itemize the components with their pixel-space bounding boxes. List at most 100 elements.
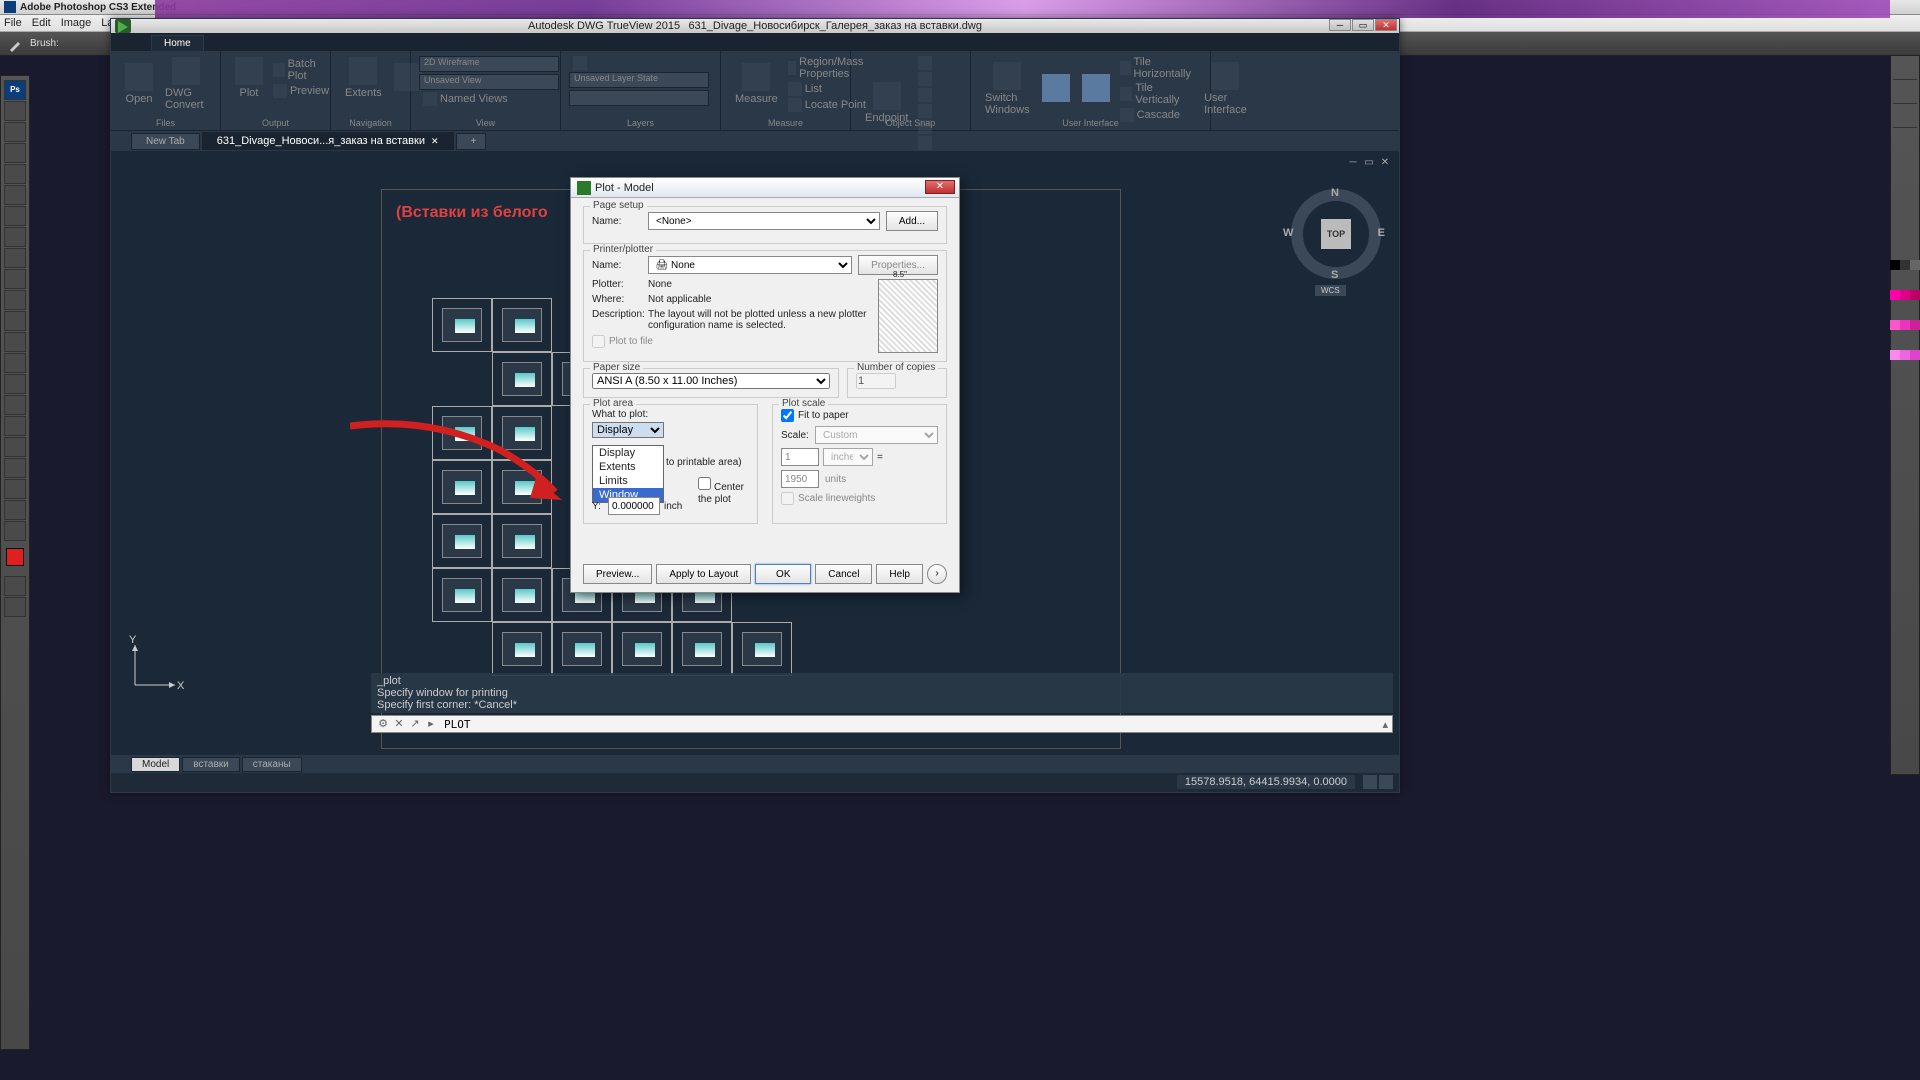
ribbon-tab-home[interactable]: Home [151,35,204,51]
dropdown-option-limits[interactable]: Limits [593,474,663,488]
doc-min-icon[interactable]: ─ [1347,157,1359,169]
history-brush-icon[interactable] [4,269,26,289]
lasso-tool-icon[interactable] [4,143,26,163]
doc-max-icon[interactable]: ▭ [1363,157,1375,169]
minimize-button[interactable]: ─ [1329,19,1351,31]
ui-button[interactable]: User Interface [1198,60,1253,118]
batch-plot-button[interactable]: Batch Plot [269,57,333,83]
plot-button[interactable]: Plot [229,55,269,101]
qat-redo-icon[interactable] [183,20,197,32]
viewcube-wcs[interactable]: WCS [1315,285,1346,296]
tile-h-button[interactable]: Tile Horizontally [1116,55,1198,81]
cmd-customize-icon[interactable]: ⚙ [376,717,390,731]
printer-name-select[interactable]: 🖨 None [648,256,853,274]
move-tool-icon[interactable] [4,101,26,121]
zoom-tool-icon[interactable] [4,521,26,541]
close-button[interactable]: ✕ [1375,19,1397,31]
pen-tool-icon[interactable] [4,374,26,394]
close-tab-icon[interactable]: ✕ [431,136,439,146]
color-swatches-panel[interactable] [1890,260,1920,380]
pagesetup-add-button[interactable]: Add... [886,211,938,231]
doc-close-icon[interactable]: ✕ [1379,157,1391,169]
heal-tool-icon[interactable] [4,206,26,226]
qat-open-icon[interactable] [135,20,149,32]
notes-tool-icon[interactable] [4,458,26,478]
crop-tool-icon[interactable] [4,164,26,184]
layout-tabstrip[interactable]: Model вставки стаканы [111,755,1399,773]
menu-file[interactable]: File [4,17,22,29]
stamp-tool-icon[interactable] [4,248,26,268]
status-icon[interactable] [1379,775,1393,789]
panel-icon[interactable] [1893,106,1917,128]
fit-to-paper-checkbox[interactable] [781,409,794,422]
plot-offset-y-input[interactable] [608,497,660,515]
layout-tab-model[interactable]: Model [131,757,180,772]
osnap-icon[interactable] [914,87,939,103]
visual-style-combo[interactable]: 2D Wireframe [419,56,559,72]
ribbon-tabstrip[interactable]: Home [111,33,1399,51]
help-button[interactable]: Help [876,564,923,584]
panel-icon[interactable] [1893,58,1917,80]
layout-tab-2[interactable]: стаканы [242,757,302,772]
apply-to-layout-button[interactable]: Apply to Layout [656,564,751,584]
view-cube[interactable]: TOP N S E W WCS [1291,189,1381,279]
plot-close-button[interactable]: ✕ [925,180,955,194]
paper-size-select[interactable]: ANSI A (8.50 x 11.00 Inches) [592,373,830,389]
viewcube-top-face[interactable]: TOP [1321,219,1351,249]
layout-tab-1[interactable]: вставки [182,757,240,772]
photoshop-right-dock[interactable] [1890,55,1920,775]
switch-windows-button[interactable]: Switch Windows [979,60,1036,118]
what-to-plot-select[interactable]: Display [592,422,664,438]
dwg-convert-button[interactable]: DWG Convert [159,55,212,113]
center-plot-checkbox[interactable] [698,477,711,490]
screenmode-icon[interactable] [4,597,26,617]
cmd-recent-icon[interactable]: ↗ [408,717,422,731]
preview-button[interactable]: Preview [269,83,333,99]
dwg-logo-icon[interactable] [115,19,131,33]
eyedropper-tool-icon[interactable] [4,479,26,499]
type-tool-icon[interactable] [4,395,26,415]
file-tab-active[interactable]: 631_Divage_Новоси...я_заказ на вставки✕ [202,132,454,150]
dropdown-option-extents[interactable]: Extents [593,460,663,474]
command-line[interactable]: ⚙ ✕ ↗ ▸ ▴ [371,715,1393,733]
marquee-tool-icon[interactable] [4,122,26,142]
path-tool-icon[interactable] [4,416,26,436]
osnap-icon[interactable] [914,103,939,119]
preview-button[interactable]: Preview... [583,564,652,584]
qat-plot-icon[interactable] [151,20,165,32]
command-input[interactable] [444,718,1382,731]
file-tab-new[interactable]: New Tab [131,133,200,150]
cmd-expand-icon[interactable]: ▴ [1382,718,1388,731]
file-tabstrip[interactable]: New Tab 631_Divage_Новоси...я_заказ на в… [111,131,1399,151]
cmd-close-icon[interactable]: ✕ [392,717,406,731]
named-views-button[interactable]: Named Views [419,91,552,107]
plot-dialog-titlebar[interactable]: Plot - Model ✕ [571,178,959,198]
eraser-tool-icon[interactable] [4,290,26,310]
copies-input[interactable] [856,373,896,389]
dropdown-option-display[interactable]: Display [593,446,663,460]
photoshop-toolbox[interactable]: Ps [0,75,30,1050]
cancel-button[interactable]: Cancel [815,564,872,584]
quickmask-icon[interactable] [4,576,26,596]
quick-access-toolbar[interactable] [111,19,203,33]
menu-edit[interactable]: Edit [32,17,51,29]
dwg-titlebar[interactable]: Autodesk DWG TrueView 2015 631_Divage_Но… [111,19,1399,33]
open-button[interactable]: Open [119,61,159,107]
slice-tool-icon[interactable] [4,185,26,205]
tile-v-button[interactable]: Tile Vertically [1116,81,1198,107]
view-combo[interactable]: Unsaved View [419,74,559,90]
dodge-tool-icon[interactable] [4,353,26,373]
layer-combo[interactable] [569,90,709,106]
maximize-button[interactable]: ▭ [1352,19,1374,31]
tabs-button2[interactable] [1076,72,1116,106]
menu-image[interactable]: Image [61,17,92,29]
ok-button[interactable]: OK [755,564,811,584]
pagesetup-name-select[interactable]: <None> [648,212,880,230]
status-icon[interactable] [1363,775,1377,789]
expand-dialog-button[interactable]: › [927,564,947,584]
measure-button[interactable]: Measure [729,61,784,107]
gradient-tool-icon[interactable] [4,311,26,331]
qat-undo-icon[interactable] [167,20,181,32]
brush-tool-icon[interactable] [4,227,26,247]
blur-tool-icon[interactable] [4,332,26,352]
